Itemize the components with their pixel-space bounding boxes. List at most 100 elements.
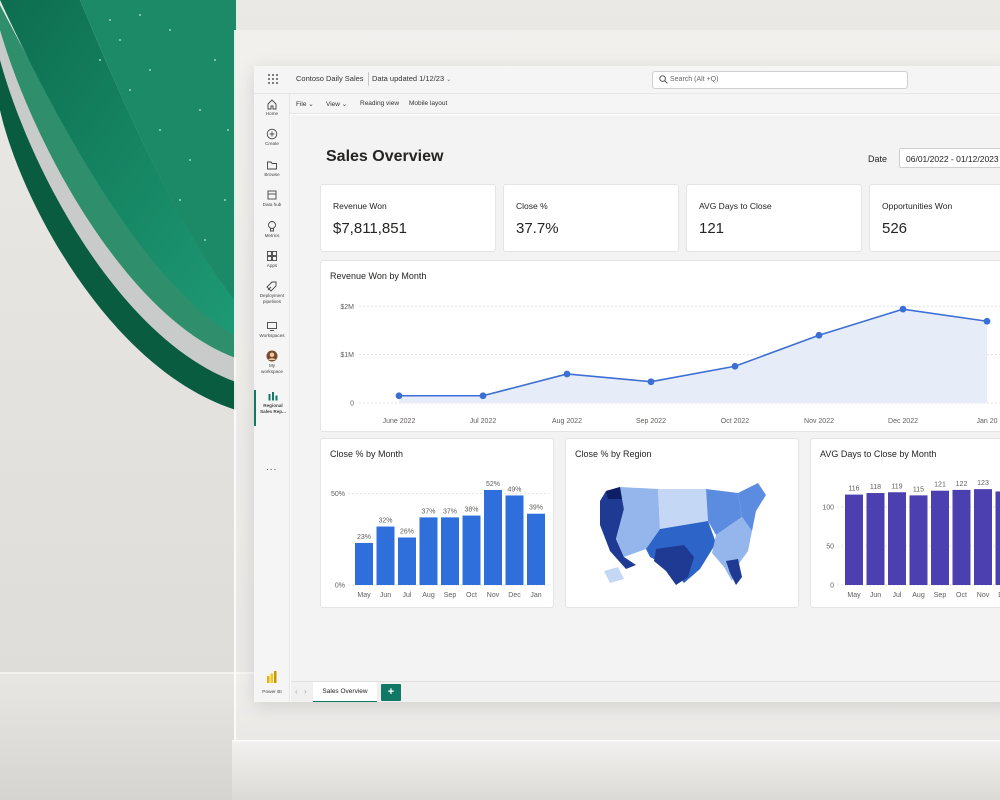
- kpi-value: $7,811,851: [333, 220, 407, 237]
- revenue-point: [563, 370, 571, 378]
- data-label: 49%: [507, 486, 521, 493]
- powerbi-label: Power BI: [262, 690, 282, 695]
- nav-workspaces[interactable]: Workspaces: [254, 320, 290, 350]
- add-page-button[interactable]: +: [381, 684, 401, 701]
- revenue-area: [399, 309, 987, 403]
- kpi-label: Revenue Won: [333, 201, 387, 211]
- bar: [995, 491, 1000, 585]
- report-canvas: Sales Overview Date 06/01/2022 - 01/12/2…: [291, 115, 1000, 681]
- x-tick-label: Sep: [444, 592, 457, 599]
- kpi-value: 121: [699, 220, 725, 237]
- data-hub-icon: [267, 190, 277, 200]
- date-filter-label: Date: [868, 154, 888, 164]
- kpi-card-revenue[interactable]: Revenue Won $7,811,851: [320, 184, 496, 252]
- kpi-card-opportunities[interactable]: Opportunities Won 526: [869, 184, 1000, 252]
- y-tick-label: $2M: [340, 304, 354, 311]
- kpi-label: AVG Days to Close: [699, 201, 772, 211]
- bar: [866, 493, 885, 585]
- x-tick-label: June 2022: [383, 418, 416, 425]
- region-filled-map: [600, 483, 766, 585]
- metrics-icon: [268, 221, 276, 232]
- report-menu-bar: File ⌄ View ⌄ Reading view Mobile layout: [284, 94, 1000, 114]
- monitor-stand: [232, 740, 1000, 800]
- bar: [909, 495, 928, 585]
- map-region-alaska: [604, 567, 624, 583]
- nav-browse-label: Browse: [264, 172, 280, 177]
- y-tick-label: 100: [822, 505, 834, 512]
- kpi-label: Opportunities Won: [882, 201, 953, 211]
- nav-create-label: Create: [265, 141, 279, 146]
- nav-apps[interactable]: Apps: [254, 250, 290, 280]
- revenue-point: [395, 392, 403, 400]
- bar: [484, 489, 502, 585]
- powerbi-icon: [267, 671, 277, 683]
- chevron-down-icon: ⌄: [446, 77, 452, 83]
- x-tick-label: Aug: [912, 592, 925, 599]
- y-tick-label: $1M: [340, 352, 354, 359]
- nav-deployment-pipelines[interactable]: Deployment pipelines: [254, 280, 290, 316]
- revenue-point: [983, 317, 991, 325]
- top-bar: Contoso Daily Sales Data updated 1/12/23…: [254, 66, 1000, 94]
- app-launcher-icon[interactable]: [268, 74, 280, 86]
- nav-regional-sales-label: Regional Sales Rep...: [260, 403, 286, 414]
- bar: [398, 537, 416, 585]
- menu-view[interactable]: View ⌄: [326, 100, 347, 108]
- report-icon: [268, 392, 278, 401]
- menu-file[interactable]: File ⌄: [296, 100, 314, 108]
- data-label: 23%: [357, 534, 371, 541]
- nav-create[interactable]: Create: [254, 128, 290, 158]
- data-updated-dropdown[interactable]: Data updated 1/12/23 ⌄: [372, 74, 451, 83]
- nav-metrics[interactable]: Metrics: [254, 220, 290, 250]
- menu-reading-view[interactable]: Reading view: [360, 100, 399, 107]
- nav-browse[interactable]: Browse: [254, 159, 290, 189]
- bar: [441, 517, 459, 585]
- data-label: 115: [913, 486, 924, 493]
- x-tick-label: Sep: [934, 592, 947, 599]
- data-label: 118: [870, 484, 881, 491]
- tab-next-icon[interactable]: ›: [304, 687, 307, 696]
- search-input[interactable]: Search (Alt +Q): [652, 71, 908, 89]
- search-placeholder: Search (Alt +Q): [670, 76, 719, 83]
- revenue-point: [815, 331, 823, 339]
- x-tick-label: Nov: [487, 592, 500, 599]
- nav-home[interactable]: Home: [254, 98, 290, 128]
- browse-icon: [267, 161, 277, 170]
- data-label: 121: [934, 482, 946, 489]
- tab-sales-overview[interactable]: Sales Overview: [313, 682, 377, 702]
- close-rate-bar-chart-card[interactable]: Close % by Month 0% 50% 23% May 32% Jun 26% Jul…: [320, 438, 554, 608]
- create-icon: [266, 128, 278, 140]
- x-tick-label: Jul: [893, 592, 902, 599]
- workspaces-icon: [267, 322, 277, 331]
- x-tick-label: Aug: [422, 592, 435, 599]
- kpi-card-close-rate[interactable]: Close % 37.7%: [503, 184, 679, 252]
- report-title[interactable]: Contoso Daily Sales: [296, 74, 364, 83]
- data-label: 123: [977, 480, 989, 487]
- menu-mobile-layout[interactable]: Mobile layout: [409, 100, 447, 107]
- data-label: 37%: [443, 508, 457, 515]
- data-updated-text: Data updated 1/12/23: [372, 74, 445, 83]
- x-tick-label: Jan: [530, 592, 541, 599]
- kpi-value: 37.7%: [516, 220, 559, 237]
- powerbi-logo: Power BI: [262, 670, 282, 696]
- nav-my-workspace-label: My workspace: [261, 363, 283, 374]
- bar: [952, 489, 971, 585]
- tab-prev-icon[interactable]: ‹: [295, 687, 298, 696]
- date-range-input[interactable]: 06/01/2022 - 01/12/2023: [899, 148, 1000, 168]
- page-title: Sales Overview: [326, 148, 444, 165]
- x-tick-label: Nov 2022: [804, 418, 834, 425]
- data-label: 38%: [464, 507, 478, 514]
- nav-regional-sales-report[interactable]: Regional Sales Rep...: [254, 390, 290, 426]
- kpi-card-avg-days[interactable]: AVG Days to Close 121: [686, 184, 862, 252]
- more-options-icon[interactable]: ...: [266, 462, 277, 473]
- page-tab-bar: ‹ › Sales Overview +: [291, 681, 1000, 702]
- close-rate-bar-chart: 0% 50% 23% May 32% Jun 26% Jul 37% Aug 37% Sep 38% Oc…: [331, 481, 549, 599]
- nav-data-hub[interactable]: Data hub: [254, 189, 290, 219]
- bar: [462, 515, 481, 585]
- apps-icon: [267, 251, 277, 261]
- revenue-line-chart-card[interactable]: Revenue Won by Month 0 $1M $2M June 2022 Jul…: [320, 260, 1000, 432]
- avg-days-bar-chart-card[interactable]: AVG Days to Close by Month 0 50 100 116 May 1…: [810, 438, 1000, 608]
- region-map-card[interactable]: Close % by Region: [565, 438, 799, 608]
- x-tick-label: Sep 2022: [636, 418, 666, 425]
- data-label: 119: [891, 483, 902, 490]
- nav-my-workspace[interactable]: My workspace: [254, 350, 290, 384]
